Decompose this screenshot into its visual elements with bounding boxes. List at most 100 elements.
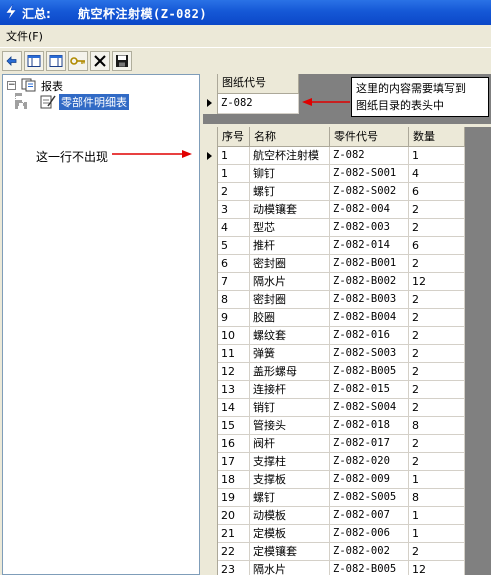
cell-seq[interactable]: 2	[218, 183, 250, 201]
tree-root-label[interactable]: 报表	[41, 78, 63, 94]
cell-part-code[interactable]: Z-082-B002	[330, 273, 409, 291]
cell-qty[interactable]: 1	[409, 507, 465, 525]
cell-name[interactable]: 支撑板	[250, 471, 330, 489]
cell-qty[interactable]: 2	[409, 291, 465, 309]
cell-name[interactable]: 动模镶套	[250, 201, 330, 219]
cell-part-code[interactable]: Z-082-016	[330, 327, 409, 345]
cell-seq[interactable]: 7	[218, 273, 250, 291]
cell-seq[interactable]: 16	[218, 435, 250, 453]
cell-qty[interactable]: 2	[409, 399, 465, 417]
column-header-qty[interactable]: 数量	[409, 127, 465, 147]
cell-part-code[interactable]: Z-082-S004	[330, 399, 409, 417]
cell-part-code[interactable]: Z-082	[330, 147, 409, 165]
cell-name[interactable]: 推杆	[250, 237, 330, 255]
cell-name[interactable]: 型芯	[250, 219, 330, 237]
cell-seq[interactable]: 10	[218, 327, 250, 345]
cell-part-code[interactable]: Z-082-B001	[330, 255, 409, 273]
cell-name[interactable]: 螺纹套	[250, 327, 330, 345]
cell-seq[interactable]: 9	[218, 309, 250, 327]
cell-seq[interactable]: 5	[218, 237, 250, 255]
cell-name[interactable]: 隔水片	[250, 561, 330, 575]
cell-part-code[interactable]: Z-082-S001	[330, 165, 409, 183]
cell-name[interactable]: 动模板	[250, 507, 330, 525]
cell-name[interactable]: 支撑柱	[250, 453, 330, 471]
cell-qty[interactable]: 1	[409, 525, 465, 543]
cell-qty[interactable]: 2	[409, 219, 465, 237]
cell-part-code[interactable]: Z-082-S002	[330, 183, 409, 201]
cell-seq[interactable]: 19	[218, 489, 250, 507]
cell-seq[interactable]: 3	[218, 201, 250, 219]
cell-qty[interactable]: 2	[409, 201, 465, 219]
cell-name[interactable]: 密封圈	[250, 291, 330, 309]
cell-part-code[interactable]: Z-082-017	[330, 435, 409, 453]
cell-qty[interactable]: 2	[409, 345, 465, 363]
cell-seq[interactable]: 20	[218, 507, 250, 525]
cell-part-code[interactable]: Z-082-B003	[330, 291, 409, 309]
cell-qty[interactable]: 2	[409, 381, 465, 399]
cell-qty[interactable]: 8	[409, 417, 465, 435]
cell-name[interactable]: 弹簧	[250, 345, 330, 363]
cell-name[interactable]: 销钉	[250, 399, 330, 417]
cell-name[interactable]: 隔水片	[250, 273, 330, 291]
cell-qty[interactable]: 2	[409, 255, 465, 273]
cell-seq[interactable]: 1	[218, 165, 250, 183]
cell-qty[interactable]: 12	[409, 273, 465, 291]
cell-qty[interactable]: 12	[409, 561, 465, 575]
cell-qty[interactable]: 2	[409, 453, 465, 471]
cell-name[interactable]: 管接头	[250, 417, 330, 435]
cell-part-code[interactable]: Z-082-B005	[330, 363, 409, 381]
cell-name[interactable]: 定模镶套	[250, 543, 330, 561]
cell-name[interactable]: 连接杆	[250, 381, 330, 399]
layout-alt-button[interactable]	[46, 51, 66, 71]
cell-part-code[interactable]: Z-082-006	[330, 525, 409, 543]
header-grid-column[interactable]: 图纸代号	[218, 74, 299, 94]
cell-name[interactable]: 螺钉	[250, 489, 330, 507]
title-bar[interactable]: 汇总: 航空杯注射模(Z-082)	[0, 0, 491, 25]
cell-qty[interactable]: 1	[409, 471, 465, 489]
save-button[interactable]	[112, 51, 132, 71]
cell-qty[interactable]: 2	[409, 363, 465, 381]
column-header-seq[interactable]: 序号	[218, 127, 250, 147]
cell-seq[interactable]: 18	[218, 471, 250, 489]
column-header-part-code[interactable]: 零件代号	[330, 127, 409, 147]
cell-part-code[interactable]: Z-082-S003	[330, 345, 409, 363]
cell-part-code[interactable]: Z-082-020	[330, 453, 409, 471]
cell-seq[interactable]: 4	[218, 219, 250, 237]
layout-button[interactable]	[24, 51, 44, 71]
cell-part-code[interactable]: Z-082-B004	[330, 309, 409, 327]
cell-name[interactable]: 铆钉	[250, 165, 330, 183]
cell-seq[interactable]: 8	[218, 291, 250, 309]
cell-part-code[interactable]: Z-082-009	[330, 471, 409, 489]
key-button[interactable]	[68, 51, 88, 71]
cell-part-code[interactable]: Z-082-004	[330, 201, 409, 219]
cell-name[interactable]: 密封圈	[250, 255, 330, 273]
cell-name[interactable]: 胶圈	[250, 309, 330, 327]
cell-qty[interactable]: 2	[409, 327, 465, 345]
cell-seq[interactable]: 1	[218, 147, 250, 165]
cell-part-code[interactable]: Z-082-002	[330, 543, 409, 561]
cell-name[interactable]: 定模板	[250, 525, 330, 543]
cell-name[interactable]: 航空杯注射模	[250, 147, 330, 165]
column-header-name[interactable]: 名称	[250, 127, 330, 147]
delete-button[interactable]	[90, 51, 110, 71]
cell-seq[interactable]: 6	[218, 255, 250, 273]
cell-part-code[interactable]: Z-082-003	[330, 219, 409, 237]
cell-seq[interactable]: 17	[218, 453, 250, 471]
cell-seq[interactable]: 14	[218, 399, 250, 417]
cell-seq[interactable]: 21	[218, 525, 250, 543]
cell-seq[interactable]: 12	[218, 363, 250, 381]
cell-qty[interactable]: 2	[409, 309, 465, 327]
cell-qty[interactable]: 8	[409, 489, 465, 507]
cell-qty[interactable]: 1	[409, 147, 465, 165]
cell-part-code[interactable]: Z-082-014	[330, 237, 409, 255]
cell-part-code[interactable]: Z-082-S005	[330, 489, 409, 507]
cell-part-code[interactable]: Z-082-015	[330, 381, 409, 399]
cell-seq[interactable]: 15	[218, 417, 250, 435]
cell-part-code[interactable]: Z-082-007	[330, 507, 409, 525]
cell-seq[interactable]: 22	[218, 543, 250, 561]
tree-item-parts-list[interactable]: 零部件明细表	[59, 94, 129, 110]
back-button[interactable]	[2, 51, 22, 71]
cell-qty[interactable]: 2	[409, 543, 465, 561]
cell-seq[interactable]: 11	[218, 345, 250, 363]
cell-name[interactable]: 阀杆	[250, 435, 330, 453]
